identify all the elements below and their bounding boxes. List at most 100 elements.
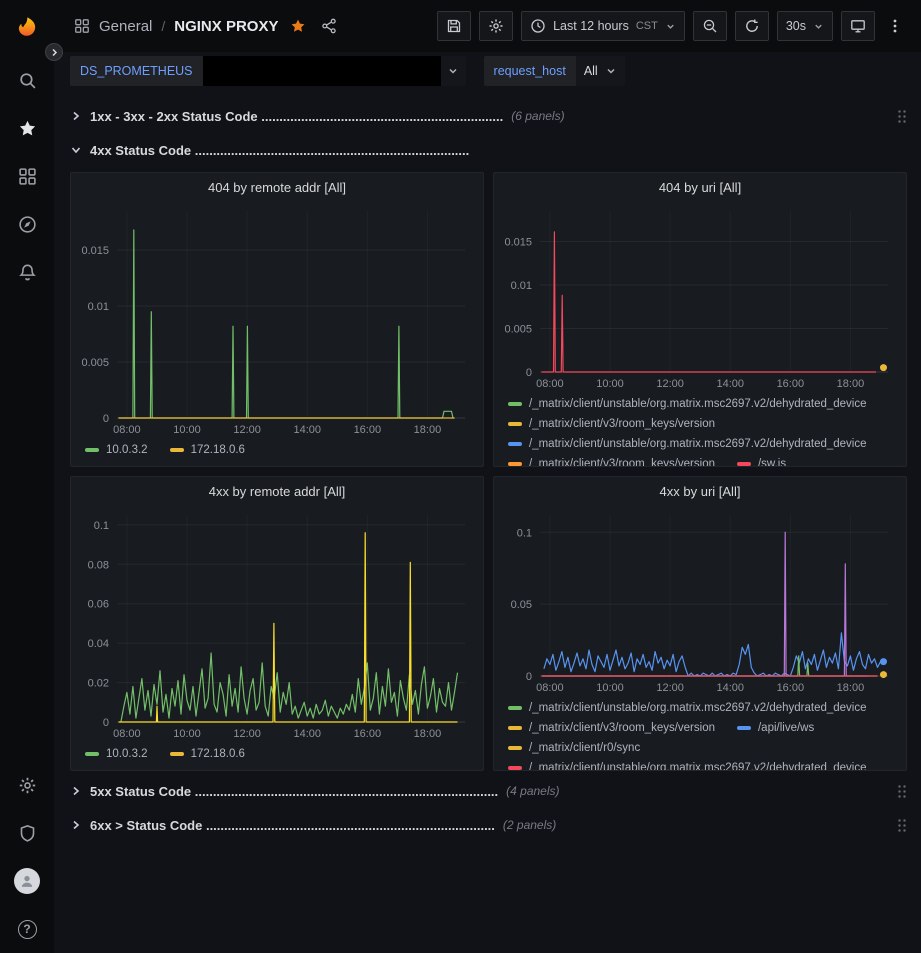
chevron-down-icon (665, 21, 676, 32)
svg-text:0.05: 0.05 (511, 599, 532, 611)
more-options-button[interactable] (883, 11, 907, 41)
shield-icon (18, 824, 37, 843)
legend-swatch (508, 766, 522, 770)
panel-plot-area[interactable]: 08:0010:0012:0014:0016:0018:0000.050.1 (494, 505, 906, 696)
tv-mode-button[interactable] (841, 11, 875, 41)
sidebar-item-search[interactable] (0, 56, 54, 104)
legend-item[interactable]: /_matrix/client/v3/room_keys/version (508, 418, 715, 430)
sidebar-item-help[interactable]: ? (0, 905, 54, 953)
svg-text:10:00: 10:00 (596, 682, 624, 694)
legend-item[interactable]: 10.0.3.2 (85, 748, 148, 760)
sidebar-item-starred[interactable] (0, 104, 54, 152)
svg-text:0.015: 0.015 (81, 245, 109, 257)
save-dashboard-button[interactable] (437, 11, 471, 41)
sidebar-expand-button[interactable] (45, 43, 63, 61)
request-host-value: All (584, 64, 598, 78)
legend-item[interactable]: /_matrix/client/unstable/org.matrix.msc2… (508, 398, 867, 410)
row-drag-handle[interactable] (897, 784, 907, 799)
favorite-star-button[interactable] (287, 15, 309, 37)
panel-title-text: 4xx by remote addr [All] (209, 484, 346, 499)
legend-item[interactable]: /_matrix/client/unstable/org.matrix.msc2… (508, 762, 867, 770)
row-title: 5xx Status Code ........................… (90, 784, 498, 799)
svg-text:10:00: 10:00 (596, 378, 624, 390)
variable-request-host-select[interactable]: All (576, 56, 625, 86)
search-icon (18, 71, 37, 90)
svg-text:0.02: 0.02 (88, 678, 109, 690)
legend-item[interactable]: /_matrix/client/v3/room_keys/version (508, 458, 715, 466)
svg-text:14:00: 14:00 (716, 682, 744, 694)
legend-swatch (508, 402, 522, 406)
apps-grid-icon (74, 18, 90, 34)
panel-title[interactable]: 4xx by remote addr [All] (71, 477, 483, 505)
sidebar-item-server-admin[interactable] (0, 809, 54, 857)
legend-swatch (508, 726, 522, 730)
sidebar-item-alerting[interactable] (0, 248, 54, 296)
svg-text:14:00: 14:00 (293, 728, 321, 740)
sidebar-item-configuration[interactable] (0, 761, 54, 809)
panel-plot-area[interactable]: 08:0010:0012:0014:0016:0018:0000.020.040… (71, 505, 483, 742)
legend-item[interactable]: /_matrix/client/r0/sync (508, 742, 640, 754)
sidebar-item-profile[interactable] (0, 857, 54, 905)
svg-text:18:00: 18:00 (414, 728, 442, 740)
legend-item[interactable]: /_matrix/client/unstable/org.matrix.msc2… (508, 438, 867, 450)
panel-4xx-by-remote-addr: 4xx by remote addr [All] 08:0010:0012:00… (70, 476, 484, 771)
variable-request-host-label: request_host (484, 56, 576, 86)
breadcrumb-section[interactable]: General (99, 18, 152, 35)
panel-title[interactable]: 404 by remote addr [All] (71, 173, 483, 201)
panel-title[interactable]: 4xx by uri [All] (494, 477, 906, 505)
svg-text:08:00: 08:00 (536, 378, 564, 390)
monitor-icon (850, 18, 866, 34)
svg-text:0.04: 0.04 (88, 638, 109, 650)
row-5xx[interactable]: 5xx Status Code ........................… (70, 777, 907, 805)
row-4xx[interactable]: 4xx Status Code ........................… (70, 136, 907, 164)
svg-text:0: 0 (103, 717, 109, 729)
row-drag-handle[interactable] (897, 109, 907, 124)
legend-swatch (508, 422, 522, 426)
variable-datasource-select[interactable] (203, 56, 466, 86)
chevron-down-icon (605, 65, 617, 77)
legend-item[interactable]: 172.18.0.6 (170, 748, 245, 760)
row-drag-handle[interactable] (897, 818, 907, 833)
legend-label: 10.0.3.2 (106, 748, 148, 760)
variable-datasource-label: DS_PROMETHEUS (70, 56, 203, 86)
row-6xx[interactable]: 6xx > Status Code ......................… (70, 811, 907, 839)
time-range-picker[interactable]: Last 12 hours CST (521, 11, 685, 41)
avatar (14, 868, 40, 894)
share-button[interactable] (318, 15, 340, 37)
row-1xx-3xx-2xx[interactable]: 1xx - 3xx - 2xx Status Code ............… (70, 102, 907, 130)
legend-item[interactable]: /_matrix/client/unstable/org.matrix.msc2… (508, 702, 867, 714)
refresh-button[interactable] (735, 11, 769, 41)
legend-swatch (85, 752, 99, 756)
sidebar-item-dashboards[interactable] (0, 152, 54, 200)
svg-text:16:00: 16:00 (777, 378, 805, 390)
sidebar-item-explore[interactable] (0, 200, 54, 248)
legend-swatch (508, 442, 522, 446)
dashboard-variables-bar: DS_PROMETHEUS request_host All (54, 52, 921, 90)
legend-item[interactable]: 10.0.3.2 (85, 444, 148, 456)
refresh-interval-picker[interactable]: 30s (777, 11, 833, 41)
row-title: 1xx - 3xx - 2xx Status Code ............… (90, 109, 503, 124)
panel-legend: 10.0.3.2 172.18.0.6 (71, 742, 483, 770)
page-title: NGINX PROXY (174, 18, 278, 35)
zoom-out-icon (702, 18, 718, 34)
legend-label: /_matrix/client/unstable/org.matrix.msc2… (529, 762, 867, 770)
dashboard-settings-button[interactable] (479, 11, 513, 41)
dashboard-content: 1xx - 3xx - 2xx Status Code ............… (54, 90, 921, 953)
zoom-out-button[interactable] (693, 11, 727, 41)
legend-label: /_matrix/client/v3/room_keys/version (529, 458, 715, 466)
legend-item[interactable]: /api/live/ws (737, 722, 814, 734)
panel-title[interactable]: 404 by uri [All] (494, 173, 906, 201)
grafana-logo-icon[interactable] (14, 0, 41, 56)
panel-title-text: 404 by remote addr [All] (208, 180, 346, 195)
panel-legend: /_matrix/client/unstable/org.matrix.msc2… (494, 392, 906, 466)
legend-item[interactable]: 172.18.0.6 (170, 444, 245, 456)
panel-plot-area[interactable]: 08:0010:0012:0014:0016:0018:0000.0050.01… (494, 201, 906, 392)
svg-text:0.08: 0.08 (88, 559, 109, 571)
timeseries-chart: 08:0010:0012:0014:0016:0018:0000.0050.01… (71, 201, 483, 438)
legend-item[interactable]: /_matrix/client/v3/room_keys/version (508, 722, 715, 734)
panel-plot-area[interactable]: 08:0010:0012:0014:0016:0018:0000.0050.01… (71, 201, 483, 438)
svg-text:12:00: 12:00 (656, 378, 684, 390)
svg-text:0.06: 0.06 (88, 599, 109, 611)
legend-item[interactable]: /sw.js (737, 458, 786, 466)
panel-title-text: 4xx by uri [All] (660, 484, 741, 499)
